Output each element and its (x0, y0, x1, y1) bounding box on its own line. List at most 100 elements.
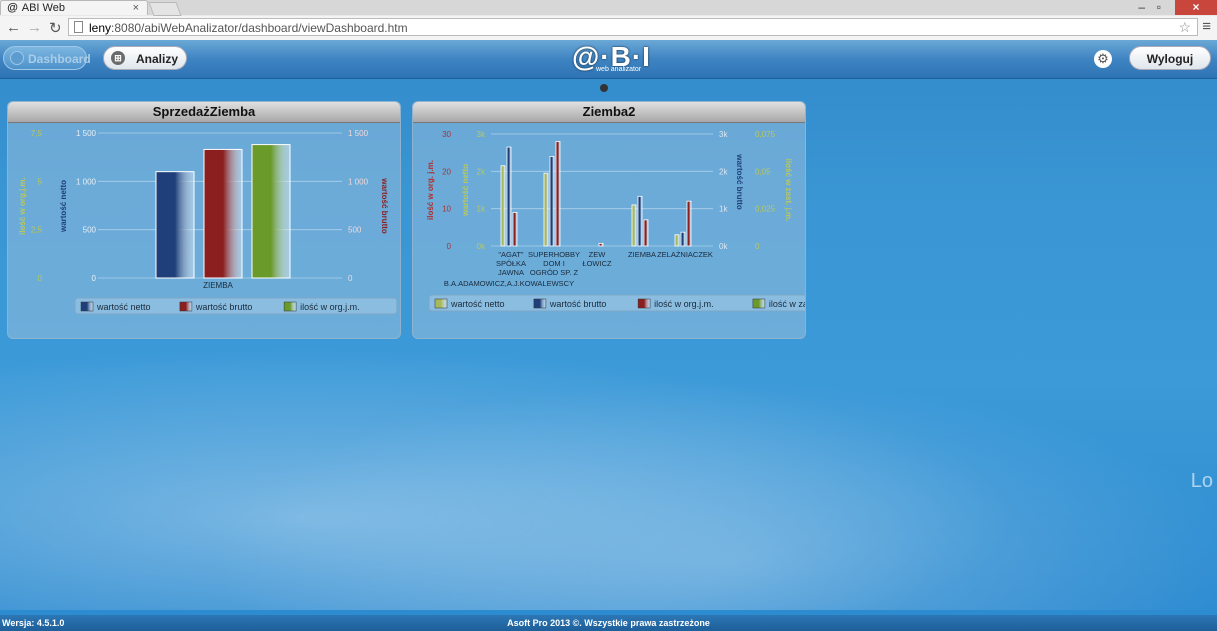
tick-label-left-inner: 2k (477, 167, 486, 176)
bar-warto---brutto (680, 231, 686, 247)
footer: Wersja: 4.5.1.0 Asoft Pro 2013 ©. Wszyst… (0, 615, 1217, 631)
axis-title-right: wartość brutto (380, 177, 389, 234)
browser-menu-icon[interactable]: ≡ (1202, 18, 1211, 35)
axis-title-left-outer: ilość w org.j.m. (18, 177, 27, 235)
logout-button[interactable]: Wyloguj (1129, 46, 1211, 70)
tick-label-right-inner: 1k (719, 205, 728, 214)
bar-ilo---w-org-j-m- (251, 144, 291, 279)
axis-title-left-outer: ilość w org. j.m. (426, 160, 435, 220)
bar-warto---netto (543, 172, 549, 247)
window-close-icon[interactable]: × (1175, 0, 1217, 15)
tick-label-left-inner: 3k (477, 130, 486, 139)
analizy-label: Analizy (136, 52, 179, 66)
bar-ilo---w-org-j-m- (598, 242, 604, 247)
maximize-icon[interactable]: ▫ (1157, 0, 1161, 14)
navigation-row: ← → ↻ leny:8080/abiWebAnalizator/dashboa… (0, 16, 1217, 41)
tick-label-right: 500 (348, 226, 362, 235)
background-clouds (0, 300, 1217, 610)
chart-sprzedaz: 7,5 1 500 1 500 5 1 000 1 000 2,5 500 500 0 0 0 iloś… (18, 129, 398, 315)
bookmark-star-icon[interactable]: ☆ (1178, 19, 1191, 36)
legend-label: ilość w org.j.m. (300, 302, 360, 312)
axis-title-right-inner: wartość brutto (735, 153, 744, 210)
bar-ilo---w-org-j-m- (555, 141, 561, 247)
legend-label: wartość netto (96, 302, 151, 312)
tick-label-left-outer: 0 (447, 242, 452, 251)
forward-arrow-icon[interactable]: → (27, 19, 42, 36)
tick-label-left-outer: 20 (442, 167, 451, 176)
url-host: leny (89, 21, 112, 35)
page-icon (74, 21, 83, 33)
x-tick-label: SPÓŁKA (496, 259, 526, 268)
x-tick-label: DOM I (543, 259, 565, 268)
x-tick-label: ZIEMBA (203, 281, 233, 290)
legend-swatch (179, 301, 193, 312)
tick-label-right: 1 500 (348, 129, 369, 138)
x-tick-label: ZEW (589, 250, 607, 259)
dashboard-icon (10, 51, 24, 65)
address-bar[interactable]: leny:8080/abiWebAnalizator/dashboard/vie… (68, 18, 1198, 36)
bar-warto---netto (631, 204, 637, 247)
panel-title: Ziemba2 (413, 102, 805, 123)
legend-swatch (434, 298, 448, 309)
legend-label: wartość netto (450, 299, 505, 309)
tick-label-right-inner: 3k (719, 130, 728, 139)
bar-warto---brutto (549, 156, 555, 247)
x-tick-label: "AGAT" (498, 250, 524, 259)
reload-icon[interactable]: ↻ (49, 19, 62, 37)
browser-tab[interactable]: @ ABI Web × (0, 0, 148, 15)
x-tick-label: ZIEMBA (628, 250, 656, 259)
tick-label-right: 1 000 (348, 177, 369, 186)
tick-label-left-inner: 1 000 (76, 177, 97, 186)
bar-ilo---w-org-j-m- (686, 200, 692, 247)
x-tick-label: JAWNA (498, 268, 524, 277)
bar-warto---netto (674, 234, 680, 247)
legend-label: ilość w zast. j.m. (769, 299, 806, 309)
bar-ilo---w-org-j-m- (512, 212, 518, 247)
minimize-icon[interactable]: – (1138, 0, 1145, 14)
chart-panel-ziemba2[interactable]: Ziemba2 30 3k 3k 0,075 20 2k 2k 0,05 10 1k 1k 0,025… (412, 101, 806, 339)
tab-title: ABI Web (21, 2, 65, 14)
bar-ilo---w-org-j-m- (643, 219, 649, 247)
browser-chrome: @ ABI Web × – ▫ × ← → ↻ leny:8080/abiWebA… (0, 0, 1217, 41)
tick-label-left-inner: 1 500 (76, 129, 97, 138)
x-tick-label: SUPERHOBBY (528, 250, 580, 259)
panel-title: SprzedażZiemba (8, 102, 400, 123)
legend-swatch (283, 301, 297, 312)
grid-icon: ⊞ (111, 51, 125, 65)
legend-swatch (752, 298, 766, 309)
tab-bar: @ ABI Web × – ▫ × (0, 0, 1217, 16)
tick-label-right-inner: 0k (719, 242, 728, 251)
logo-subtitle: web analizator (596, 66, 642, 73)
tick-label-right-outer: 0,075 (755, 130, 776, 139)
tick-label-left-outer: 7,5 (31, 129, 43, 138)
chart-panel-sprzedaz[interactable]: SprzedażZiemba 7,5 1 500 1 500 5 1 000 1 000 2… (7, 101, 401, 339)
tick-label-left-outer: 2,5 (31, 226, 43, 235)
back-arrow-icon[interactable]: ← (6, 19, 21, 36)
tick-label-left-inner: 0k (477, 242, 486, 251)
dashboard-button[interactable]: Dashboard (3, 46, 91, 70)
tab-close-icon[interactable]: × (133, 1, 139, 15)
tick-label-left-inner: 1k (477, 205, 486, 214)
chart-ziemba2: 30 3k 3k 0,075 20 2k 2k 0,05 10 1k 1k 0,025 0 0k 0k 0 il… (426, 130, 806, 312)
x-tick-label: B.A.ADAMOWICZ,A.J.KOWALEWSCY (444, 279, 574, 288)
bar-warto---brutto (506, 146, 512, 247)
url-path: :8080/abiWebAnalizator/dashboard/viewDas… (111, 21, 408, 35)
page-indicator-dot[interactable] (600, 84, 608, 92)
bar-warto---brutto (637, 195, 643, 247)
bar-warto---netto (500, 165, 506, 247)
analizy-button[interactable]: ⊞ Analizy (103, 46, 187, 70)
background-text: Lo (1190, 470, 1213, 492)
new-tab-button[interactable] (148, 2, 182, 16)
bar-warto---brutto (203, 148, 243, 279)
legend-swatch (533, 298, 547, 309)
tick-label-left-outer: 30 (442, 130, 451, 139)
settings-gear-icon[interactable]: ⚙ (1094, 50, 1112, 68)
legend-swatch (80, 301, 94, 312)
tick-label-left-outer: 5 (38, 177, 43, 186)
axis-title-right-outer: ilość w zast. j.m. (784, 159, 793, 222)
tick-label-right: 0 (348, 274, 353, 283)
x-tick-label: OGRÓD SP. Z (530, 268, 579, 277)
tick-label-left-outer: 10 (442, 205, 451, 214)
tick-label-right-inner: 2k (719, 167, 728, 176)
tick-label-right-outer: 0,05 (755, 167, 771, 176)
